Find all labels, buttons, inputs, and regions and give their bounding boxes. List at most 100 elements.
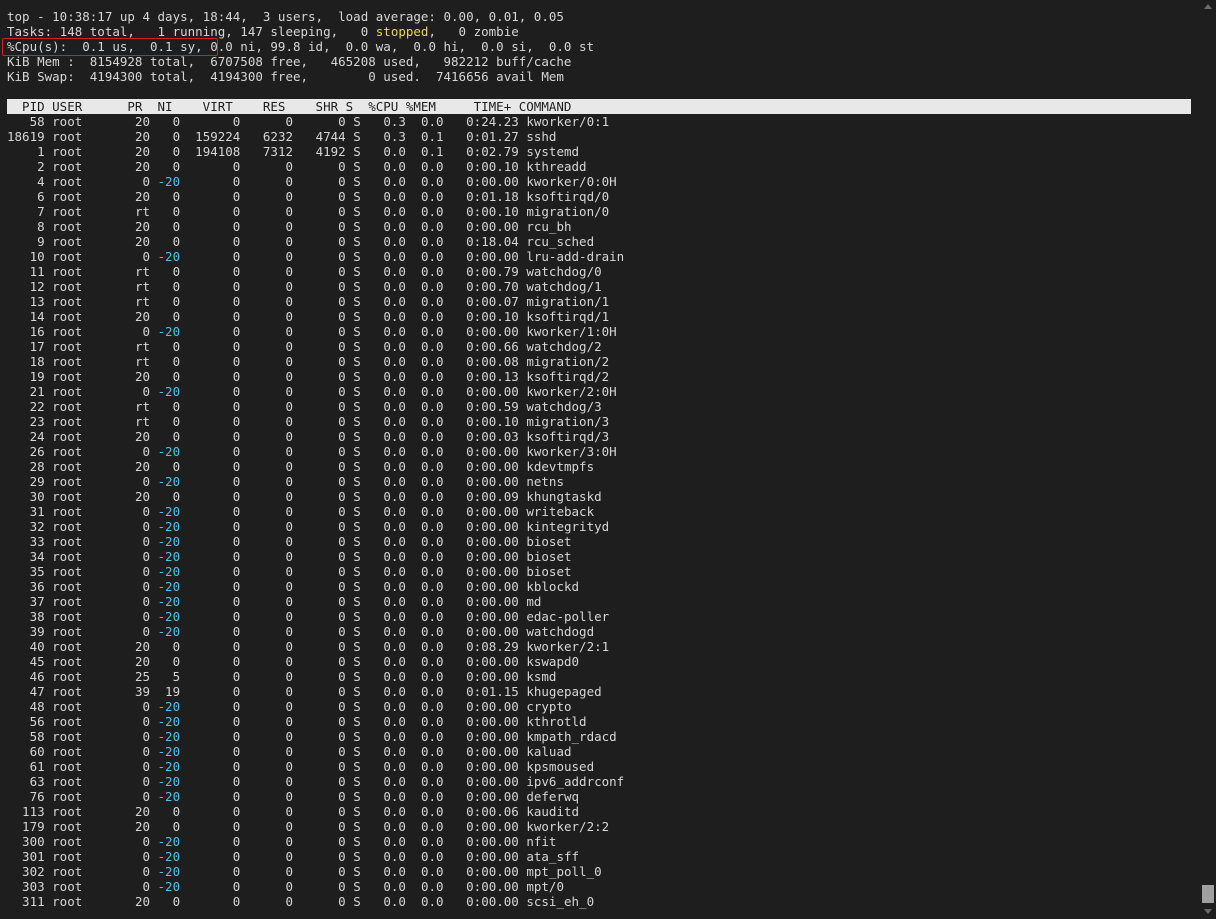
process-res: 0 <box>247 159 301 174</box>
process-pr: rt <box>119 279 158 294</box>
process-row: 31 root 0 -20 0 0 0 S 0.0 0.0 0:00.00 wr… <box>7 504 595 519</box>
process-cmd: lru-add-drain <box>526 249 625 264</box>
process-row: 61 root 0 -20 0 0 0 S 0.0 0.0 0:00.00 kp… <box>7 759 595 774</box>
process-time: 0:00.00 <box>451 729 527 744</box>
process-s: S <box>353 234 369 249</box>
process-row: 14 root 20 0 0 0 0 S 0.0 0.0 0:00.10 kso… <box>7 309 610 324</box>
process-s: S <box>353 609 369 624</box>
process-mem: 0.0 <box>413 294 452 309</box>
process-ni: 0 <box>157 159 188 174</box>
process-shr: 0 <box>300 639 354 654</box>
process-pid: 19 <box>7 369 53 384</box>
cpu-rest: 0.0 ni, 99.8 id, 0.0 wa, 0.0 hi, 0.0 si,… <box>202 39 595 54</box>
process-time: 0:00.00 <box>451 609 527 624</box>
process-user: root <box>52 429 120 444</box>
process-virt: 0 <box>187 444 248 459</box>
process-pr: 20 <box>119 489 158 504</box>
process-mem: 0.0 <box>413 789 452 804</box>
process-cpu: 0.0 <box>368 189 414 204</box>
process-s: S <box>353 894 369 909</box>
process-time: 0:00.79 <box>451 264 527 279</box>
process-cpu: 0.0 <box>368 864 414 879</box>
process-time: 0:00.00 <box>451 849 527 864</box>
process-row: 40 root 20 0 0 0 0 S 0.0 0.0 0:08.29 kwo… <box>7 639 610 654</box>
process-time: 0:00.00 <box>451 579 527 594</box>
process-cmd: nfit <box>526 834 557 849</box>
process-pid: 22 <box>7 399 53 414</box>
process-mem: 0.0 <box>413 729 452 744</box>
process-cpu: 0.0 <box>368 144 414 159</box>
process-ni: -20 <box>157 759 188 774</box>
process-pr: 39 <box>119 684 158 699</box>
process-cmd: kdevtmpfs <box>526 459 595 474</box>
process-res: 0 <box>247 654 301 669</box>
process-cmd: migration/0 <box>526 204 610 219</box>
process-res: 0 <box>247 549 301 564</box>
process-ni: 0 <box>157 129 188 144</box>
process-mem: 0.0 <box>413 699 452 714</box>
vertical-scrollbar[interactable] <box>1200 0 1216 919</box>
process-ni: -20 <box>157 744 188 759</box>
process-pr: 25 <box>119 669 158 684</box>
process-time: 0:00.00 <box>451 669 527 684</box>
scrollbar-thumb[interactable] <box>1202 885 1214 903</box>
process-shr: 0 <box>300 414 354 429</box>
process-s: S <box>353 579 369 594</box>
process-s: S <box>353 564 369 579</box>
process-virt: 0 <box>187 744 248 759</box>
process-row: 302 root 0 -20 0 0 0 S 0.0 0.0 0:00.00 m… <box>7 864 602 879</box>
process-user: root <box>52 444 120 459</box>
process-mem: 0.0 <box>413 324 452 339</box>
scroll-down-arrow-icon[interactable] <box>1204 909 1212 914</box>
process-row: 18619 root 20 0 159224 6232 4744 S 0.3 0… <box>7 129 556 144</box>
process-time: 0:08.29 <box>451 639 527 654</box>
process-mem: 0.0 <box>413 174 452 189</box>
process-pid: 47 <box>7 684 53 699</box>
process-mem: 0.0 <box>413 609 452 624</box>
process-s: S <box>353 804 369 819</box>
process-row: 76 root 0 -20 0 0 0 S 0.0 0.0 0:00.00 de… <box>7 789 579 804</box>
process-cpu: 0.0 <box>368 339 414 354</box>
process-res: 0 <box>247 819 301 834</box>
process-time: 0:00.10 <box>451 159 527 174</box>
process-ni: 0 <box>157 804 188 819</box>
scroll-up-arrow-icon[interactable] <box>1204 4 1212 9</box>
process-shr: 0 <box>300 309 354 324</box>
process-pid: 58 <box>7 114 53 129</box>
process-time: 0:00.00 <box>451 714 527 729</box>
process-row: 34 root 0 -20 0 0 0 S 0.0 0.0 0:00.00 bi… <box>7 549 572 564</box>
process-res: 0 <box>247 849 301 864</box>
process-user: root <box>52 294 120 309</box>
process-pid: 33 <box>7 534 53 549</box>
process-ni: 0 <box>157 234 188 249</box>
process-pid: 2 <box>7 159 53 174</box>
process-user: root <box>52 609 120 624</box>
process-time: 0:00.06 <box>451 804 527 819</box>
process-shr: 0 <box>300 534 354 549</box>
process-s: S <box>353 639 369 654</box>
process-ni: 0 <box>157 279 188 294</box>
process-time: 0:00.00 <box>451 549 527 564</box>
process-pid: 7 <box>7 204 53 219</box>
process-cpu: 0.0 <box>368 729 414 744</box>
process-s: S <box>353 684 369 699</box>
process-pr: 0 <box>119 729 158 744</box>
process-pr: 0 <box>119 174 158 189</box>
process-pid: 300 <box>7 834 53 849</box>
process-cpu: 0.0 <box>368 609 414 624</box>
process-mem: 0.0 <box>413 354 452 369</box>
process-pid: 11 <box>7 264 53 279</box>
process-shr: 0 <box>300 519 354 534</box>
process-cpu: 0.0 <box>368 159 414 174</box>
process-pid: 301 <box>7 849 53 864</box>
terminal-window[interactable]: top - 10:38:17 up 4 days, 18:44, 3 users… <box>0 0 1216 919</box>
process-cmd: rcu_sched <box>526 234 595 249</box>
process-user: root <box>52 219 120 234</box>
process-ni: 19 <box>157 684 188 699</box>
process-cmd: netns <box>526 474 564 489</box>
process-res: 0 <box>247 594 301 609</box>
process-s: S <box>353 399 369 414</box>
process-shr: 0 <box>300 504 354 519</box>
process-time: 0:00.00 <box>451 879 527 894</box>
process-pid: 37 <box>7 594 53 609</box>
